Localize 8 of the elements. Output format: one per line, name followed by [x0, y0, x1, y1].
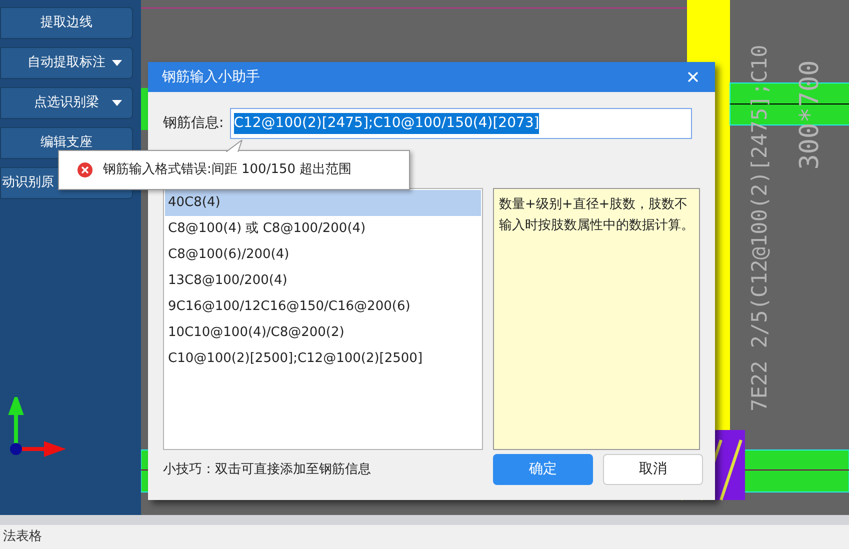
cad-label: 7E22 2/5(C12@100(2)[2475];C10 [750, 44, 770, 412]
hint-text: 数量+级别+直径+肢数，肢数不输入时按肢数属性中的数据计算。 [499, 196, 694, 235]
cad-label: 300*700 [797, 60, 823, 170]
status-text: 法表格 [3, 528, 42, 546]
field-label: 钢筋信息: [163, 114, 224, 133]
dialog-title: 钢筋输入小助手 [162, 68, 260, 86]
tip-text: 小技巧：双击可直接添加至钢筋信息 [163, 460, 372, 479]
error-message: 钢筋输入格式错误:间距 100/150 超出范围 [103, 161, 352, 180]
